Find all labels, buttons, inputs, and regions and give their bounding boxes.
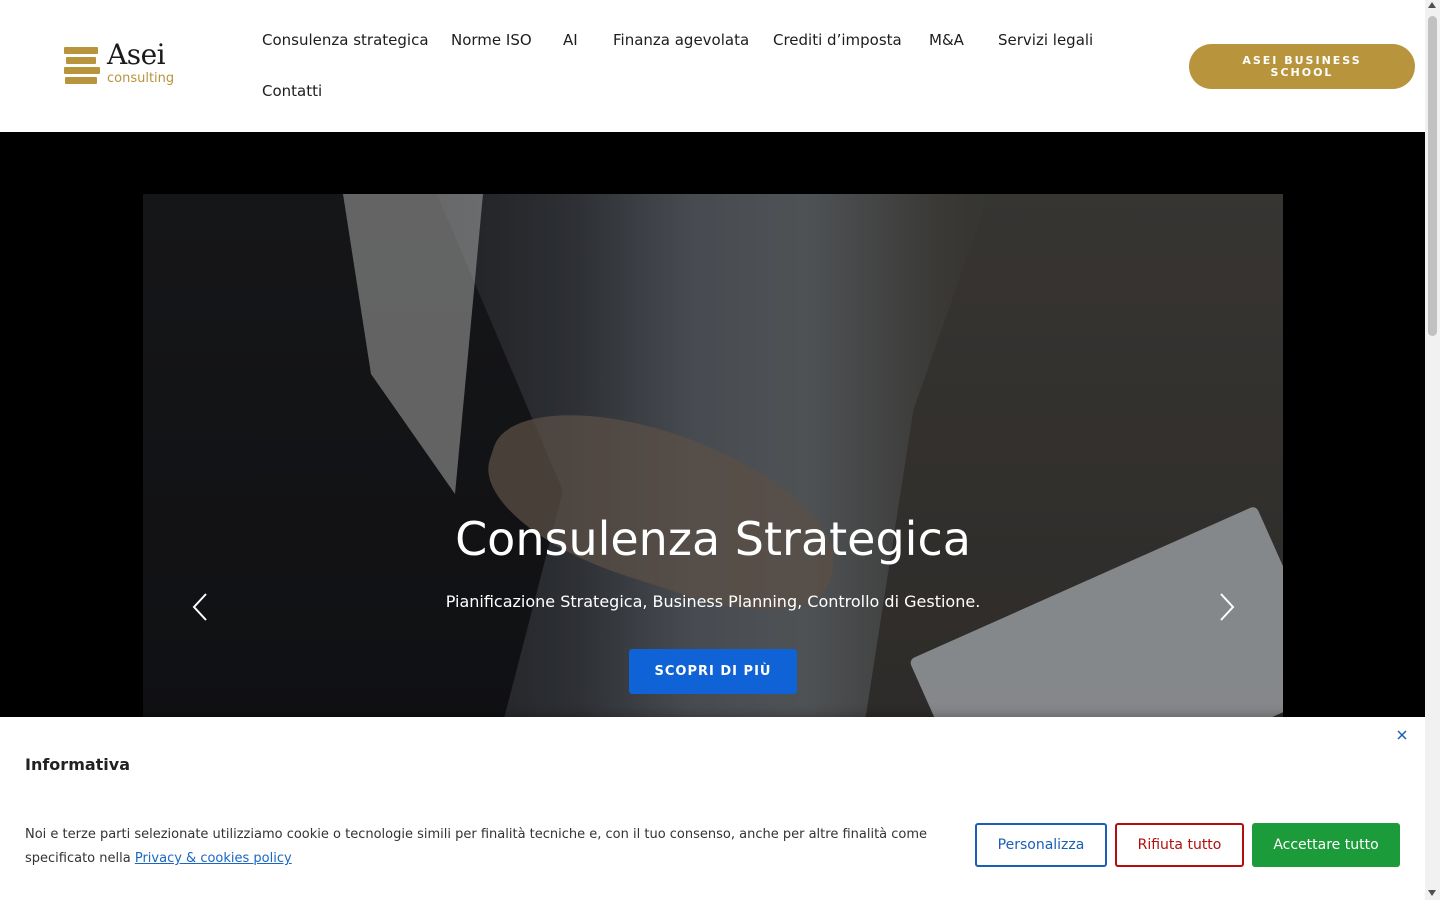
hero-title: Consulenza Strategica <box>455 512 971 566</box>
discover-more-button[interactable]: SCOPRI DI PIÙ <box>629 649 797 694</box>
cookie-banner: Informativa Noi e terze parti selezionat… <box>0 717 1425 900</box>
scrollbar-thumb[interactable] <box>1428 16 1437 336</box>
hero-subtitle: Pianificazione Strategica, Business Plan… <box>445 592 981 611</box>
logo-mark-icon <box>64 47 102 85</box>
site-header: Asei consulting Consulenza strategica No… <box>0 0 1425 132</box>
nav-consulenza-strategica[interactable]: Consulenza strategica <box>262 31 429 49</box>
scroll-down-icon[interactable] <box>1428 890 1436 896</box>
close-icon[interactable] <box>1395 727 1409 741</box>
nav-finanza-agevolata[interactable]: Finanza agevolata <box>613 31 749 49</box>
nav-servizi-legali[interactable]: Servizi legali <box>998 31 1093 49</box>
asei-logo[interactable]: Asei consulting <box>64 38 179 88</box>
cookie-description: Noi e terze parti selezionate utilizziam… <box>25 823 945 871</box>
page-scrollbar[interactable] <box>1425 0 1440 900</box>
hero-slider: Consulenza Strategica Pianificazione Str… <box>143 194 1283 734</box>
nav-contatti[interactable]: Contatti <box>262 82 322 100</box>
scroll-up-icon[interactable] <box>1428 2 1436 8</box>
nav-ai[interactable]: AI <box>563 31 578 49</box>
logo-name: Asei <box>107 38 166 71</box>
nav-m-and-a[interactable]: M&A <box>929 31 964 49</box>
reject-all-button[interactable]: Rifiuta tutto <box>1115 823 1244 867</box>
cookie-title: Informativa <box>25 755 131 774</box>
nav-norme-iso[interactable]: Norme ISO <box>451 31 532 49</box>
customize-button[interactable]: Personalizza <box>975 823 1107 867</box>
privacy-policy-link[interactable]: Privacy & cookies policy <box>135 851 292 866</box>
accept-all-button[interactable]: Accettare tutto <box>1252 823 1400 867</box>
nav-crediti-imposta[interactable]: Crediti d’imposta <box>773 31 902 49</box>
logo-subtitle: consulting <box>107 71 175 86</box>
business-school-button[interactable]: ASEI BUSINESS SCHOOL <box>1189 44 1415 89</box>
